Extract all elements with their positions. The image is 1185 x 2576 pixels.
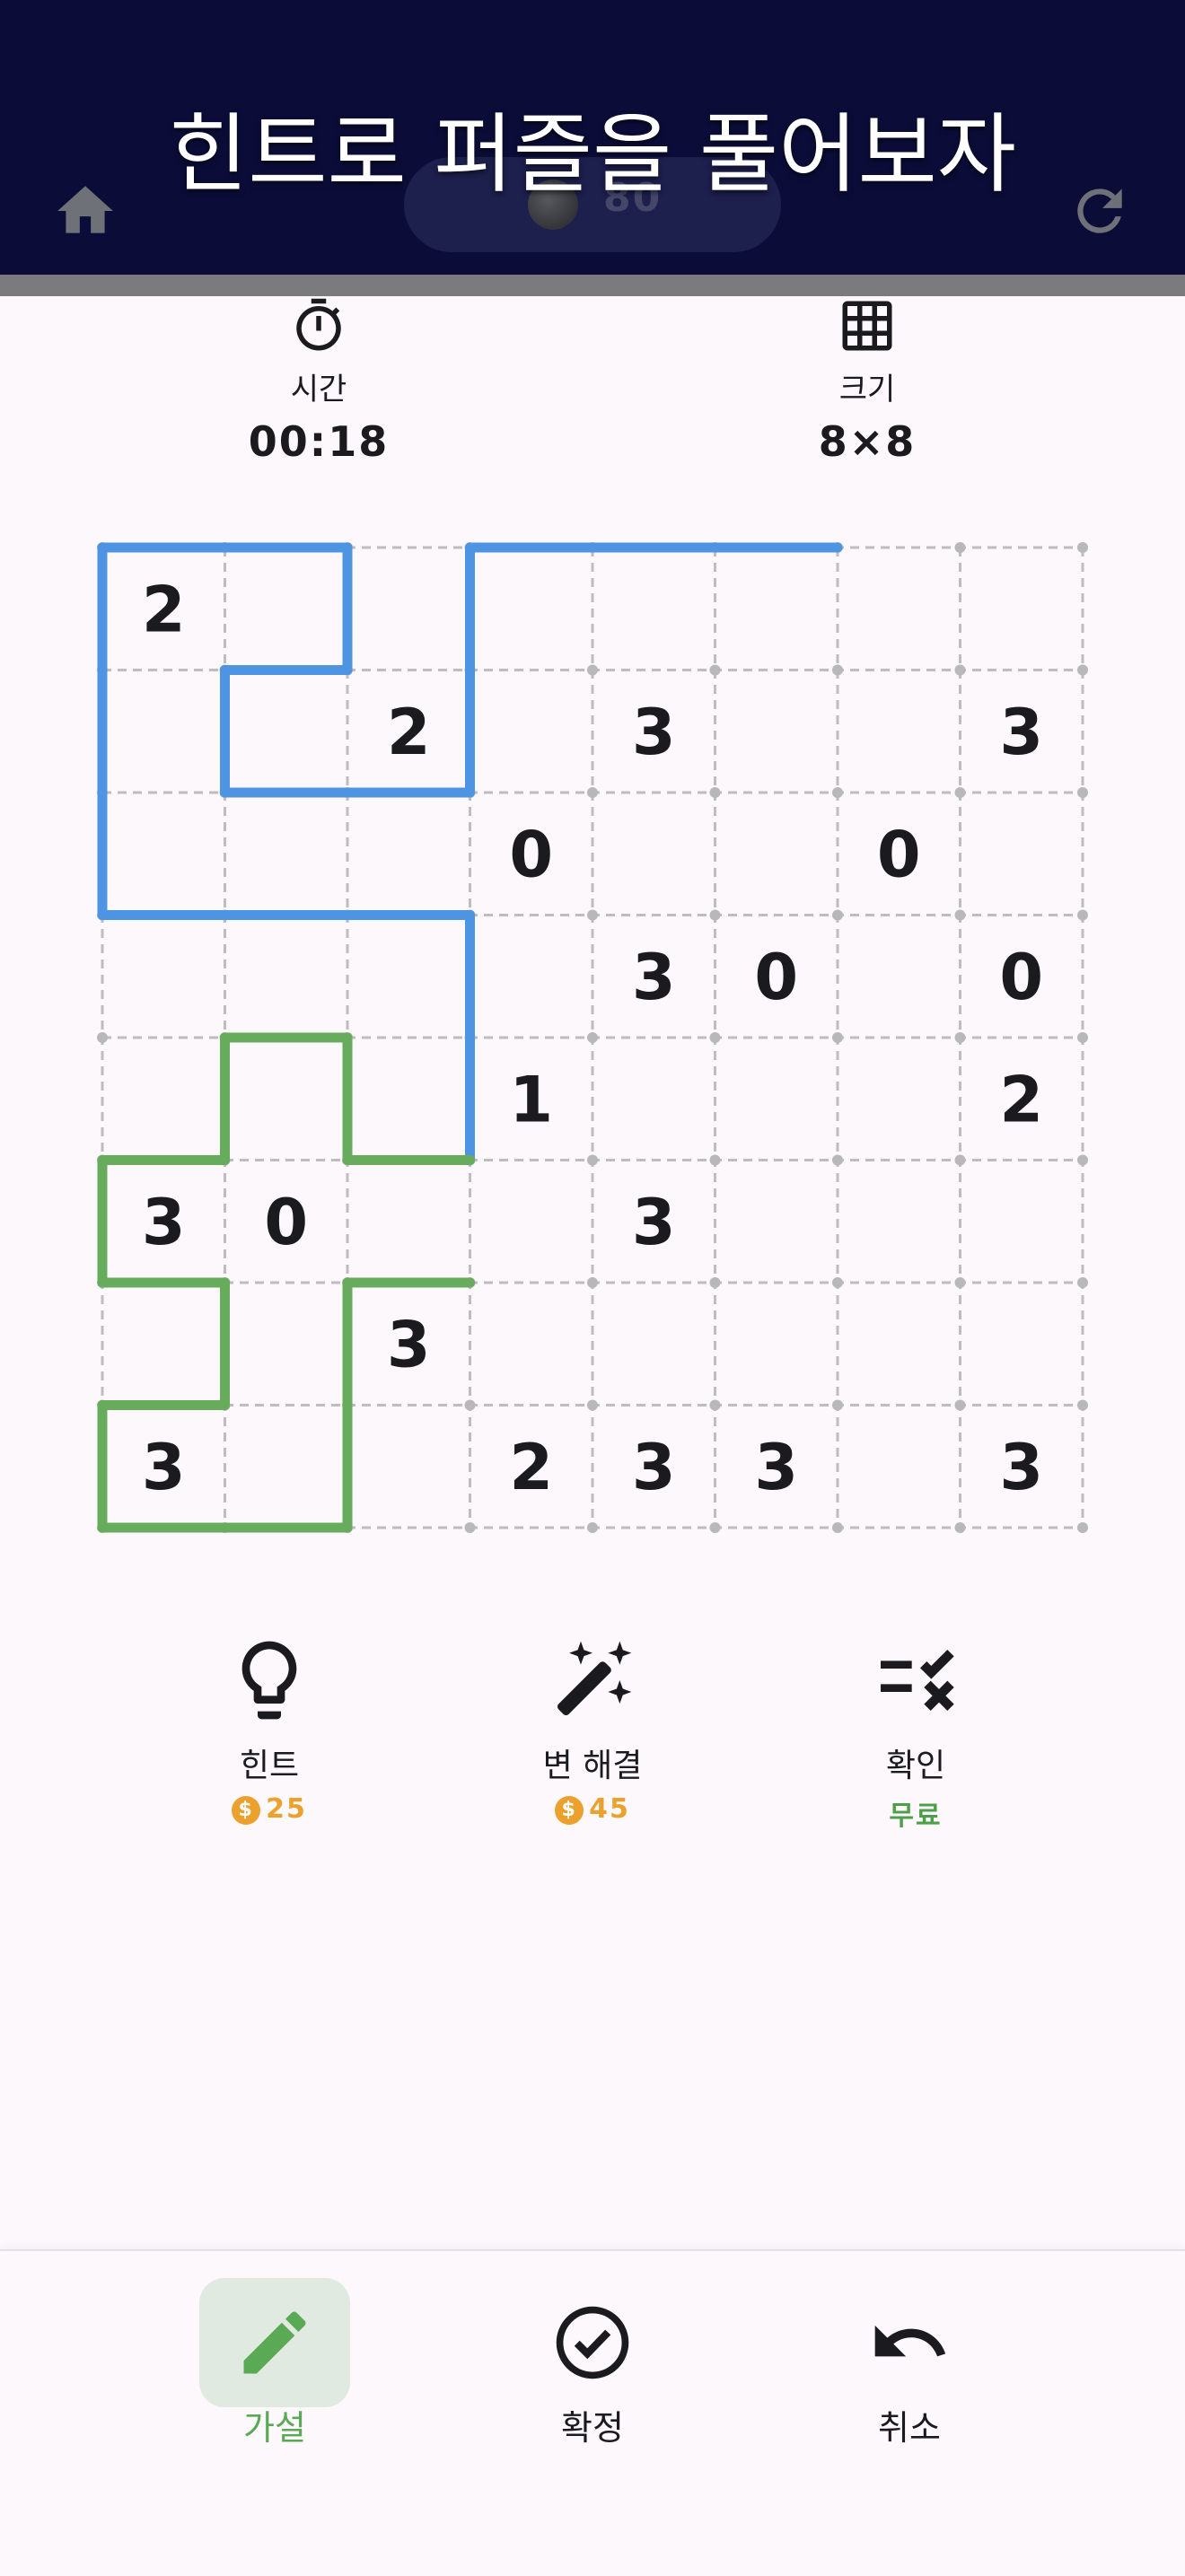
tab-confirm-indicator xyxy=(517,2278,668,2407)
board-cell[interactable] xyxy=(838,548,961,670)
tab-confirm[interactable]: 확정 xyxy=(485,2278,700,2449)
board-cell[interactable] xyxy=(102,793,225,916)
board-cell[interactable] xyxy=(347,548,470,670)
puzzle-board[interactable]: 2 2 3 3 0 0 3 0 0 1 2 3 0 3 3 3 2 3 3 3 xyxy=(0,0,1185,1580)
hint-tool[interactable]: 힌트 $25 xyxy=(135,1634,404,1825)
board-cell[interactable] xyxy=(838,1283,961,1406)
tab-confirm-label: 확정 xyxy=(561,2408,624,2448)
board-cell[interactable] xyxy=(102,1038,225,1161)
board-cell[interactable] xyxy=(838,1038,961,1161)
pencil-icon xyxy=(243,2311,306,2374)
board-cell[interactable] xyxy=(225,670,348,793)
cell-clue: 3 xyxy=(754,1431,798,1504)
board-cell[interactable] xyxy=(225,548,348,670)
cell-clue: 2 xyxy=(509,1431,553,1504)
cell-clue: 0 xyxy=(754,941,798,1014)
dollar-coin-icon: $ xyxy=(232,1795,261,1825)
solve-edge-cost: $45 xyxy=(458,1793,727,1825)
magic-wand-icon xyxy=(557,1641,632,1715)
board-cell[interactable] xyxy=(838,1161,961,1284)
solve-edge-label: 변 해결 xyxy=(542,1748,643,1784)
board-cell[interactable] xyxy=(102,670,225,793)
board-cell[interactable] xyxy=(592,548,715,670)
cell-clue: 3 xyxy=(999,1431,1043,1504)
cell-clue: 0 xyxy=(999,941,1043,1014)
tab-undo-label: 취소 xyxy=(878,2408,941,2448)
board-cell[interactable] xyxy=(961,1161,1084,1284)
board-cell[interactable] xyxy=(347,916,470,1038)
cell-clue: 2 xyxy=(387,696,431,769)
hint-cost: $25 xyxy=(135,1793,404,1825)
cell-clue: 3 xyxy=(999,696,1043,769)
tab-hypothesis[interactable]: 가설 xyxy=(167,2278,382,2449)
tab-hypothesis-label: 가설 xyxy=(243,2408,306,2448)
board-cell[interactable] xyxy=(347,1161,470,1284)
board-cell[interactable] xyxy=(225,1038,348,1161)
dollar-coin-icon: $ xyxy=(555,1795,584,1825)
check-tool[interactable]: 확인 무료 xyxy=(781,1634,1050,1833)
board-cell[interactable] xyxy=(592,1283,715,1406)
cell-clue: 3 xyxy=(387,1308,431,1381)
cell-clue: 3 xyxy=(632,941,676,1014)
check-list-icon xyxy=(881,1649,954,1712)
cell-clue: 2 xyxy=(999,1063,1043,1136)
board-cell[interactable] xyxy=(838,1406,961,1529)
tab-undo[interactable]: 취소 xyxy=(802,2278,1017,2449)
undo-icon xyxy=(874,2325,946,2357)
board-cell[interactable] xyxy=(715,670,838,793)
board-cell[interactable] xyxy=(470,1283,593,1406)
board-cell[interactable] xyxy=(470,916,593,1038)
board-cell[interactable] xyxy=(961,1283,1084,1406)
board-cell[interactable] xyxy=(715,793,838,916)
cell-clue: 3 xyxy=(142,1186,186,1259)
solve-edge-tool[interactable]: 변 해결 $45 xyxy=(458,1634,727,1825)
board-cell[interactable] xyxy=(347,1406,470,1529)
board-cell[interactable] xyxy=(470,1161,593,1284)
board-cell[interactable] xyxy=(225,1406,348,1529)
board-cell[interactable] xyxy=(592,1038,715,1161)
board-cell[interactable] xyxy=(838,670,961,793)
board-cell[interactable] xyxy=(225,793,348,916)
tab-hypothesis-indicator xyxy=(199,2278,350,2407)
check-circle-icon xyxy=(556,2306,629,2379)
cell-clue: 3 xyxy=(632,1186,676,1259)
board-cell[interactable] xyxy=(470,670,593,793)
board-cell[interactable] xyxy=(715,1283,838,1406)
check-label: 확인 xyxy=(885,1748,946,1784)
cell-clue: 1 xyxy=(509,1063,553,1136)
cell-clue: 0 xyxy=(264,1186,308,1259)
board-cell[interactable] xyxy=(347,793,470,916)
tab-undo-indicator xyxy=(834,2278,985,2407)
cell-clue: 3 xyxy=(632,1431,676,1504)
board-cell[interactable] xyxy=(592,793,715,916)
cell-clue: 3 xyxy=(142,1431,186,1504)
board-cell[interactable] xyxy=(961,793,1084,916)
board-cell[interactable] xyxy=(715,548,838,670)
board-cell[interactable] xyxy=(470,548,593,670)
board-cell[interactable] xyxy=(347,1038,470,1161)
board-cell[interactable] xyxy=(102,916,225,1038)
board-cell[interactable] xyxy=(838,916,961,1038)
board-cell[interactable] xyxy=(225,1283,348,1406)
cell-clue: 2 xyxy=(142,573,186,646)
bottom-nav: 가설 확정 취소 xyxy=(0,2249,1185,2576)
lightbulb-icon xyxy=(241,1641,297,1720)
board-cell[interactable] xyxy=(715,1038,838,1161)
cell-clue: 0 xyxy=(877,818,921,891)
cell-clue: 0 xyxy=(509,818,553,891)
cell-clue: 3 xyxy=(632,696,676,769)
board-cell[interactable] xyxy=(715,1161,838,1284)
hint-label: 힌트 xyxy=(239,1748,300,1784)
board-cell[interactable] xyxy=(225,916,348,1038)
board-cell[interactable] xyxy=(102,1283,225,1406)
board-cell[interactable] xyxy=(961,548,1084,670)
check-cost: 무료 xyxy=(889,1801,943,1832)
